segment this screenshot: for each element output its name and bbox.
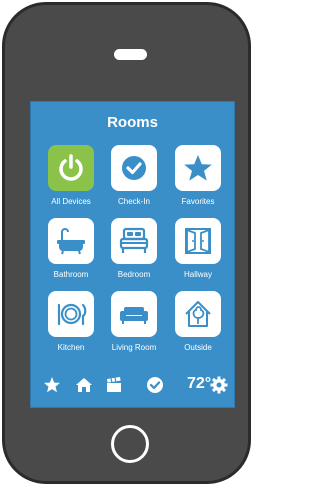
star-icon[interactable] — [43, 376, 61, 394]
tile-bedroom[interactable] — [111, 218, 157, 264]
tile-outside[interactable] — [175, 291, 221, 337]
tile-check-in[interactable] — [111, 145, 157, 191]
home-icon[interactable] — [75, 376, 93, 394]
tile-living-room[interactable] — [111, 291, 157, 337]
bottom-bar: 72° — [31, 370, 234, 400]
tile-all-devices[interactable] — [48, 145, 94, 191]
check-circle-icon[interactable] — [146, 376, 164, 394]
tile-label-favorites: Favorites — [181, 197, 215, 206]
home-button[interactable] — [111, 425, 149, 463]
tree-house-icon — [185, 301, 211, 327]
bathtub-icon — [57, 228, 85, 255]
star-icon — [184, 155, 212, 181]
clapperboard-icon[interactable] — [105, 376, 123, 394]
check-circle-icon — [122, 156, 146, 180]
sofa-icon — [120, 307, 148, 324]
screen-title: Rooms — [107, 114, 158, 131]
power-icon — [59, 154, 83, 181]
tile-label-hallway: Hallway — [183, 270, 212, 279]
temperature-readout: 72° — [187, 375, 212, 392]
plate-icon — [57, 303, 87, 326]
phone-frame: Rooms All Devices Check-In Favorites Bat… — [2, 2, 251, 484]
tile-kitchen[interactable] — [48, 291, 94, 337]
speaker-slot — [114, 49, 147, 60]
door-icon — [185, 228, 211, 254]
tile-bathroom[interactable] — [48, 218, 94, 264]
screen: Rooms All Devices Check-In Favorites Bat… — [30, 101, 235, 408]
tile-favorites[interactable] — [175, 145, 221, 191]
tile-label-outside: Outside — [184, 343, 212, 352]
bed-icon — [119, 227, 149, 253]
gear-icon[interactable] — [210, 376, 228, 394]
tile-hallway[interactable] — [175, 218, 221, 264]
